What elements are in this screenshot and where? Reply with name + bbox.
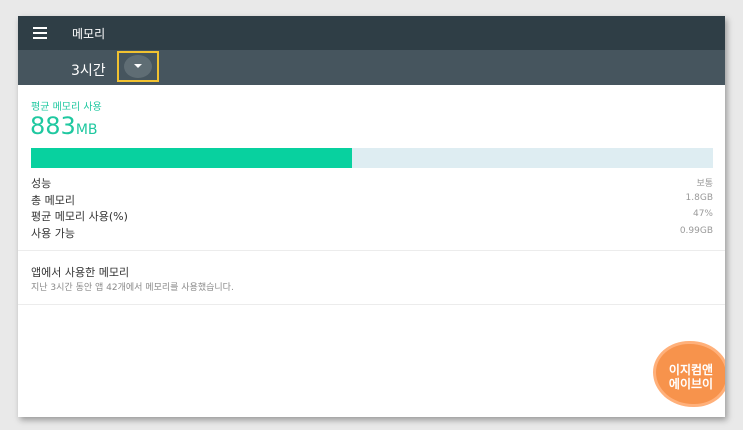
- divider: [18, 250, 725, 251]
- memory-usage-bar: [31, 148, 713, 168]
- stat-label: 평균 메모리 사용(%): [31, 210, 128, 223]
- period-dropdown-button[interactable]: [117, 51, 159, 82]
- stat-value: 1.8GB: [685, 193, 713, 203]
- stat-label: 성능: [31, 177, 52, 190]
- watermark-logo: 이지컴앤 에이브이: [656, 344, 725, 404]
- divider: [18, 304, 725, 305]
- average-memory-value: 883MB: [30, 112, 98, 140]
- stat-row-average-usage-percent: 평균 메모리 사용(%) 47%: [31, 208, 713, 224]
- stat-value: 0.99GB: [679, 226, 713, 236]
- stat-value: 보통: [696, 179, 713, 189]
- memory-usage-bar-fill: [31, 148, 352, 168]
- app-memory-title[interactable]: 앱에서 사용한 메모리: [31, 264, 129, 280]
- hamburger-menu-icon[interactable]: [33, 27, 47, 39]
- stat-row-performance: 성능 보통: [31, 175, 713, 191]
- stat-label: 총 메모리: [31, 194, 75, 207]
- stat-value: 47%: [692, 209, 713, 219]
- memory-screen: 메모리 3시간 평균 메모리 사용 883MB 성능 보통 총 메모리 1.8G…: [18, 16, 725, 417]
- stat-row-available: 사용 가능 0.99GB: [31, 225, 713, 241]
- stat-row-total-memory: 총 메모리 1.8GB: [31, 192, 713, 208]
- dropdown-circle: [124, 55, 152, 78]
- average-memory-label: 평균 메모리 사용: [31, 102, 102, 113]
- average-memory-number: 883: [30, 112, 76, 140]
- average-memory-unit: MB: [75, 122, 98, 138]
- top-app-bar: 메모리: [18, 16, 725, 50]
- watermark-line: 에이브이: [668, 377, 714, 391]
- page-title: 메모리: [72, 27, 106, 41]
- period-bar: 3시간: [18, 50, 725, 85]
- caret-down-icon: [134, 64, 142, 68]
- period-selected-value: 3시간: [71, 63, 106, 79]
- stat-label: 사용 가능: [31, 227, 75, 240]
- app-memory-description: 지난 3시간 동안 앱 42개에서 메모리를 사용했습니다.: [31, 283, 234, 293]
